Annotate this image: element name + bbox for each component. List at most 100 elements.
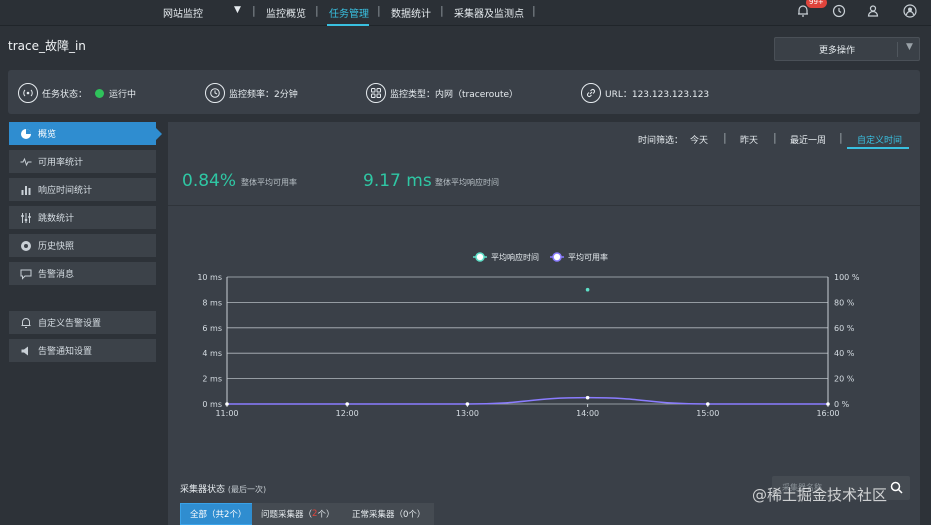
sidebar-item-overview[interactable]: 概览 bbox=[9, 122, 162, 145]
button-divider bbox=[897, 42, 898, 57]
x-tick-label: 12:00 bbox=[336, 409, 359, 418]
speaker-icon bbox=[19, 344, 32, 357]
x-tick-label: 13:00 bbox=[456, 409, 479, 418]
time-filter-divider: | bbox=[839, 131, 843, 144]
nav-task-management[interactable]: 任务管理 bbox=[329, 5, 369, 20]
nav-divider: | bbox=[532, 4, 536, 17]
search-icon[interactable] bbox=[890, 481, 903, 494]
time-filter-yesterday[interactable]: 昨天 bbox=[740, 133, 758, 146]
user-settings-icon[interactable] bbox=[867, 4, 881, 18]
sidebar-item-hops[interactable]: 跳数统计 bbox=[9, 206, 156, 229]
tab-problem-collectors[interactable]: 问题采集器（ 2 个） bbox=[252, 503, 344, 525]
data-point bbox=[465, 402, 470, 406]
signal-icon bbox=[18, 83, 38, 103]
legend-label: 平均响应时间 bbox=[491, 252, 539, 262]
y-right-tick-label: 0 % bbox=[834, 400, 850, 409]
top-nav-bar: 网站监控 ▼ | 监控概览 | 任务管理 | 数据统计 | 采集器及监测点 | … bbox=[0, 0, 931, 26]
sidebar-item-availability[interactable]: 可用率统计 bbox=[9, 150, 156, 173]
status-value: 运行中 bbox=[109, 89, 137, 100]
response-label: 整体平均响应时间 bbox=[435, 178, 499, 187]
time-filter-divider: | bbox=[773, 131, 777, 144]
sidebar-item-snapshots[interactable]: 历史快照 bbox=[9, 234, 156, 257]
sidebar-item-label: 可用率统计 bbox=[38, 158, 84, 168]
sidebar-item-label: 响应时间统计 bbox=[38, 186, 93, 196]
link-icon bbox=[581, 83, 601, 103]
response-value: 9.17 ms bbox=[363, 171, 432, 191]
monitor-type: 监控类型：内网（traceroute） bbox=[366, 83, 518, 103]
x-tick-label: 15:00 bbox=[696, 409, 719, 418]
tab-normal-collectors[interactable]: 正常采集器（0个） bbox=[343, 503, 435, 525]
snapshot-icon bbox=[19, 239, 32, 252]
sidebar-item-alert-messages[interactable]: 告警消息 bbox=[9, 262, 156, 285]
x-tick-label: 14:00 bbox=[576, 409, 599, 418]
sidebar-item-response-time[interactable]: 响应时间统计 bbox=[9, 178, 156, 201]
data-point bbox=[826, 402, 830, 406]
monitor-url: URL：123.123.123.123 bbox=[581, 83, 709, 103]
chevron-down-icon[interactable]: ▼ bbox=[906, 42, 913, 52]
caret-down-icon[interactable]: ▼ bbox=[234, 5, 241, 15]
response-availability-chart: 0 ms 0 % 2 ms 20 % 4 ms 40 % 6 ms 60 % 8 ms 80 % 1… bbox=[197, 252, 860, 418]
x-tick-label: 11:00 bbox=[215, 409, 238, 418]
time-filter-custom[interactable]: 自定义时间 bbox=[857, 133, 902, 146]
y-left-tick-label: 4 ms bbox=[202, 349, 222, 358]
time-filter-today[interactable]: 今天 bbox=[690, 133, 708, 146]
bell-icon bbox=[19, 316, 32, 329]
y-right-tick-label: 40 % bbox=[834, 349, 855, 358]
nav-divider: | bbox=[377, 4, 381, 17]
availability-label: 整体平均可用率 bbox=[241, 178, 297, 187]
task-status: 任务状态： 运行中 bbox=[18, 83, 136, 103]
sidebar-item-label: 告警通知设置 bbox=[38, 347, 93, 357]
sidebar-item-alert-notify[interactable]: 告警通知设置 bbox=[9, 339, 156, 362]
y-left-tick-label: 6 ms bbox=[202, 324, 222, 333]
sidebar-item-label: 概览 bbox=[38, 130, 57, 140]
type-text: 监控类型：内网（traceroute） bbox=[390, 89, 519, 100]
y-left-tick-label: 2 ms bbox=[202, 375, 222, 384]
time-filter-last-week[interactable]: 最近一周 bbox=[790, 133, 826, 146]
sliders-icon bbox=[19, 211, 32, 224]
status-label: 任务状态： bbox=[42, 89, 88, 100]
tab-all-collectors[interactable]: 全部（共2个） bbox=[180, 503, 257, 525]
more-actions-label: 更多操作 bbox=[819, 46, 856, 56]
user-avatar-icon[interactable] bbox=[903, 4, 917, 18]
nav-divider: | bbox=[252, 4, 256, 17]
y-right-tick-label: 100 % bbox=[834, 273, 860, 282]
task-info-bar: 任务状态： 运行中 监控频率：2分钟 监控类型：内网（traceroute） U… bbox=[8, 70, 920, 114]
watermark: @稀土掘金技术社区 bbox=[752, 486, 888, 504]
nav-collectors[interactable]: 采集器及监测点 bbox=[454, 5, 524, 20]
nav-data-statistics[interactable]: 数据统计 bbox=[391, 5, 431, 20]
tab-label-prefix: 问题采集器（ bbox=[261, 510, 313, 520]
clock-icon[interactable] bbox=[832, 4, 846, 18]
grid-icon bbox=[366, 83, 386, 103]
tab-label-suffix: 个） bbox=[317, 510, 335, 520]
data-point bbox=[345, 402, 349, 406]
y-right-tick-label: 20 % bbox=[834, 375, 855, 384]
data-point bbox=[585, 395, 590, 400]
x-tick-label: 16:00 bbox=[816, 409, 839, 418]
collector-status-title: 采集器状态 (最后一次) bbox=[180, 482, 266, 495]
url-text: URL：123.123.123.123 bbox=[605, 89, 710, 100]
more-actions-button[interactable]: 更多操作 ▼ bbox=[774, 37, 920, 61]
sidebar-item-custom-alerts[interactable]: 自定义告警设置 bbox=[9, 311, 156, 334]
nav-divider: | bbox=[440, 4, 444, 17]
legend-label: 平均可用率 bbox=[568, 252, 608, 262]
message-icon bbox=[19, 267, 32, 280]
frequency-text: 监控频率：2分钟 bbox=[229, 89, 298, 100]
time-filter-divider: | bbox=[723, 131, 727, 144]
nav-website-monitor[interactable]: 网站监控 bbox=[163, 5, 203, 20]
y-right-tick-label: 60 % bbox=[834, 324, 855, 333]
time-filter-label: 时间筛选： bbox=[638, 136, 684, 146]
nav-overview[interactable]: 监控概览 bbox=[266, 5, 306, 20]
y-right-tick-label: 80 % bbox=[834, 298, 855, 307]
overview-icon bbox=[19, 127, 32, 140]
sidebar-item-label: 历史快照 bbox=[38, 242, 75, 252]
legend-marker bbox=[475, 252, 485, 262]
y-left-tick-label: 0 ms bbox=[202, 400, 222, 409]
series-line bbox=[227, 396, 828, 405]
nav-active-underline bbox=[327, 24, 369, 26]
sidebar-item-label: 告警消息 bbox=[38, 270, 75, 280]
availability-value: 0.84% bbox=[182, 171, 237, 191]
bar-chart-icon bbox=[19, 183, 32, 196]
pulse-icon bbox=[19, 155, 32, 168]
notification-badge: 99+ bbox=[806, 0, 827, 8]
data-point bbox=[706, 402, 710, 406]
